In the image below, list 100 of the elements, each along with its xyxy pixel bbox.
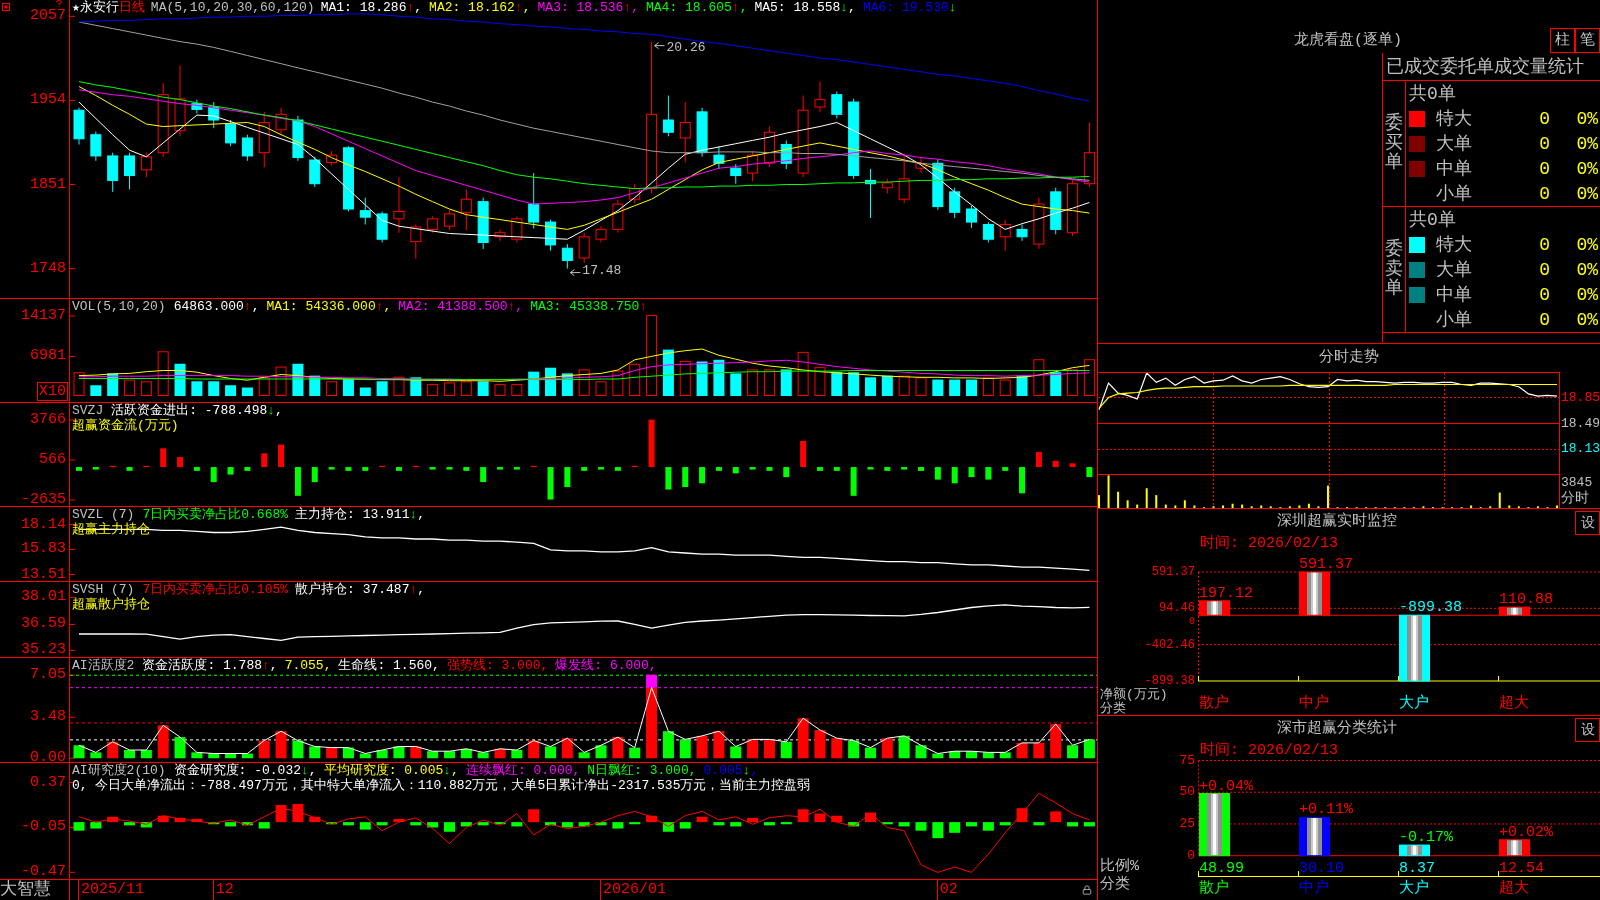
order-count: 0: [1539, 234, 1550, 255]
order-total: 共0单: [1409, 209, 1456, 230]
axis-tick-label: 94.46: [1159, 601, 1195, 616]
axis-tick-label: 0.37: [30, 773, 66, 792]
axis-tick-label: 35.23: [21, 641, 66, 660]
axis-tick-label: 6981: [30, 347, 66, 366]
change-label: +0.11%: [1299, 801, 1353, 819]
axis-tick-label: -402.46: [1144, 637, 1195, 652]
axis-tick-label: 13.51: [21, 565, 66, 584]
axis-tick-label: 50: [1179, 784, 1195, 801]
price-annotation: 20.26: [666, 39, 706, 55]
category-label: 超大: [1499, 880, 1529, 898]
data-label: -899.38: [1399, 599, 1462, 617]
indicator-reading: MA3: 18.536↑,: [537, 0, 639, 16]
change-label: -0.17%: [1399, 829, 1453, 847]
axis-tick-label: 591.37: [1151, 565, 1195, 579]
order-size-label: 特大: [1436, 234, 1472, 255]
axis-tick-label: 0: [1187, 847, 1195, 864]
order-count: 0: [1539, 183, 1550, 204]
data-label: 591.37: [1299, 556, 1353, 573]
axis-tick-label: 3.48: [30, 708, 66, 727]
indicator-reading: MA1: 54336.000↑,: [266, 299, 392, 314]
axis-tick-label: 18.85: [1561, 389, 1600, 406]
indicator-reading: 64863.000↑,: [173, 299, 260, 314]
table-title: 已成交委托单成交量统计: [1386, 55, 1584, 78]
indicator-params: MA(5,10,20,30,60,120): [150, 0, 315, 16]
date-label: 2025/11: [81, 881, 144, 899]
axis-tick-label: 18.14: [21, 515, 66, 534]
date-label: 02: [939, 881, 958, 899]
star-label: ★: [72, 0, 80, 16]
indicator-summary: 0, 今日大单净流出：-788.497万元，其中特大单净流入：110.882万元，大单5日累计净出-2317.535万元，当前主力控盘弱: [72, 778, 811, 793]
indicator-name: VOL(5,10,20): [72, 299, 166, 314]
stock-name: 永安行: [79, 0, 119, 16]
indicator-reading: 0.005↓,: [703, 763, 759, 778]
indicator-reading: MA6: 19.530↓: [862, 0, 957, 16]
axis-tick-label: 3766: [30, 411, 66, 429]
axis-tick-label: 18.49: [1561, 415, 1600, 432]
axis-tick-label: 1954: [30, 91, 66, 110]
indicator-reading: 7.055,: [284, 658, 332, 673]
axis-title: 分时: [1561, 490, 1589, 506]
indicator-reading: 资金研究度: -0.032↓,: [173, 763, 317, 778]
indicator-name: SVZL (7): [72, 507, 135, 522]
indicator-reading: MA2: 41388.500↑,: [398, 299, 524, 314]
order-count: 0: [1539, 158, 1550, 179]
order-percent: 0%: [1576, 183, 1598, 204]
indicator-reading: 生命线: 1.560,: [338, 658, 440, 673]
reference-label: 0: [1189, 616, 1195, 628]
indicator-reading: 资金活跃度: 1.788↑,: [142, 658, 278, 673]
scale-badge: X10: [37, 382, 68, 401]
axis-tick-label: 36.59: [21, 615, 66, 634]
date-label: 12: [215, 881, 234, 899]
data-label: 12.54: [1499, 859, 1544, 877]
data-label: 30.10: [1299, 859, 1344, 877]
order-count: 0: [1539, 108, 1550, 129]
indicator-reading: 活跃资金进出: -788.498↓,: [111, 403, 283, 418]
order-size-label: 小单: [1436, 183, 1472, 204]
category-label: 大户: [1399, 880, 1429, 898]
indicator-reading: MA1: 18.286↑,: [320, 0, 423, 16]
data-label: 8.37: [1399, 859, 1435, 877]
indicator-reading: N日飘红: 3.000,: [587, 763, 697, 778]
time-label: 时间: 2026/02/13: [1200, 742, 1339, 760]
order-size-label: 特大: [1436, 108, 1472, 129]
axis-tick-label: 1851: [30, 175, 66, 194]
indicator-reading: MA4: 18.605↑,: [646, 0, 748, 16]
group-label: 委买单: [1385, 113, 1403, 174]
indicator-reading: 爆发线: 6.000,: [555, 658, 657, 673]
panel-title: 深市超赢分类统计: [1276, 720, 1397, 738]
indicator-name: AI活跃度2: [72, 658, 135, 673]
axis-tick-label: 75: [1179, 752, 1195, 769]
axis-tick-label: 1748: [30, 259, 66, 278]
change-label: +0.04%: [1199, 777, 1253, 795]
axis-title: 分类: [1100, 702, 1126, 715]
indicator-reading: MA2: 18.162↑,: [429, 0, 531, 16]
indicator-reading: 连续飘红: 0.000,: [465, 763, 581, 778]
axis-tick-label: 566: [39, 451, 66, 469]
order-count: 0: [1539, 309, 1550, 330]
indicator-reading: MA5: 18.558↓,: [754, 0, 856, 16]
order-size-label: 小单: [1436, 309, 1472, 330]
axis-tick-label: 3845: [1561, 475, 1593, 490]
order-size-label: 中单: [1436, 158, 1472, 179]
indicator-reading: MA3: 45338.750↑: [530, 299, 648, 314]
indicator-reading: 7日内买卖净占比0.105%: [142, 582, 289, 597]
indicator-name: AI研究度2(10): [72, 763, 166, 778]
indicator-reading: 平均研究度: 0.005↓,: [323, 763, 459, 778]
order-size-label: 中单: [1436, 284, 1472, 305]
axis-tick-label: -2635: [21, 491, 66, 509]
axis-tick-label: -0.47: [21, 863, 66, 881]
order-percent: 0%: [1576, 284, 1598, 305]
axis-title: 净额(万元): [1100, 688, 1168, 702]
order-count: 0: [1539, 259, 1550, 280]
order-percent: 0%: [1576, 309, 1598, 330]
axis-tick-label: 18.13: [1561, 441, 1600, 458]
axis-tick-label: 14137: [21, 307, 66, 325]
order-percent: 0%: [1576, 108, 1598, 129]
time-label: 时间: 2026/02/13: [1200, 535, 1339, 553]
data-label: 110.88: [1499, 591, 1553, 609]
indicator-name: SVZJ: [72, 403, 104, 418]
order-percent: 0%: [1576, 234, 1598, 255]
order-percent: 0%: [1576, 259, 1598, 280]
category-label: 超大: [1499, 695, 1529, 713]
